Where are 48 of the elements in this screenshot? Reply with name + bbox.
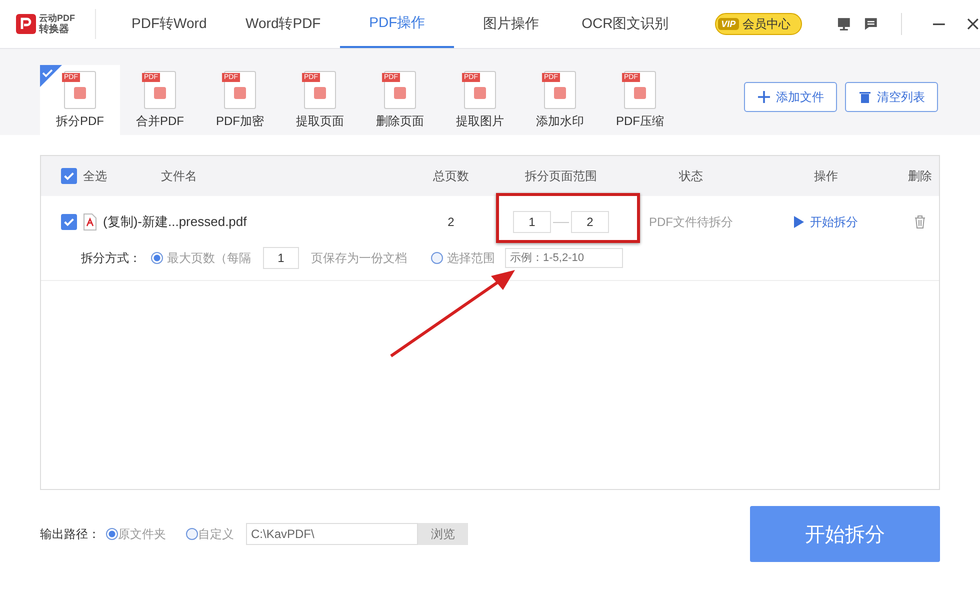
nav-tab[interactable]: Word转PDF [226, 0, 340, 48]
start-split-link[interactable]: 开始拆分 [788, 212, 864, 232]
column-header: 状态 [679, 168, 703, 182]
plus-icon [757, 90, 771, 104]
column-header: 操作 [814, 168, 838, 184]
radio-label: 自定义 [198, 526, 234, 542]
column-header: 删除 [908, 168, 932, 184]
split-mode-label: 拆分方式： [81, 250, 141, 266]
radio-button[interactable] [106, 528, 118, 540]
range-from-field[interactable]: 1 [513, 211, 551, 233]
nav-tab[interactable]: 图片操作 [454, 0, 568, 48]
check-corner-icon [40, 65, 62, 87]
checkbox[interactable] [61, 214, 77, 230]
logo-text: 云动PDF [39, 13, 75, 24]
range-to-field[interactable]: 2 [571, 211, 609, 233]
message-icon[interactable] [863, 16, 880, 32]
browse-button[interactable]: 浏览 [418, 523, 468, 545]
output-path-label: 输出路径： [40, 526, 100, 542]
nav-tab[interactable]: PDF转Word [112, 0, 226, 48]
radio-label: 原文件夹 [118, 526, 166, 542]
column-header: 文件名 [161, 168, 197, 182]
logo-icon [16, 14, 36, 34]
column-header: 拆分页面范围 [525, 168, 597, 184]
checkbox[interactable] [61, 168, 77, 184]
radio-label: 选择范围 [447, 250, 495, 266]
radio-button[interactable] [151, 252, 163, 264]
range-field[interactable]: 示例：1-5,2-10 [505, 248, 623, 268]
action-button[interactable]: 添加文件 [744, 82, 837, 112]
column-header: 全选 [83, 168, 107, 184]
radio-button[interactable] [431, 252, 443, 264]
close-icon[interactable] [966, 17, 980, 31]
radio-label: 页保存为一份文档 [311, 250, 407, 266]
pdf-file-icon [83, 213, 97, 231]
radio-button[interactable] [186, 528, 198, 540]
page-interval-field[interactable]: 1 [263, 247, 299, 269]
play-icon [794, 216, 804, 228]
monitor-icon[interactable] [836, 16, 852, 32]
path-field[interactable]: C:\KavPDF\ [246, 523, 418, 545]
vip-button[interactable]: VIP 会员中心 [715, 13, 802, 35]
file-name: (复制)-新建...pressed.pdf [103, 213, 247, 231]
column-header: 总页数 [433, 168, 469, 182]
vip-badge: VIP [718, 18, 739, 30]
action-button[interactable]: 清空列表 [845, 82, 938, 112]
page-count: 2 [448, 215, 454, 229]
radio-label: 最大页数（每隔 [167, 250, 251, 266]
nav-tab[interactable]: OCR图文识别 [568, 0, 682, 48]
logo-text: 转换器 [39, 24, 70, 35]
status-text: PDF文件待拆分 [649, 214, 733, 228]
